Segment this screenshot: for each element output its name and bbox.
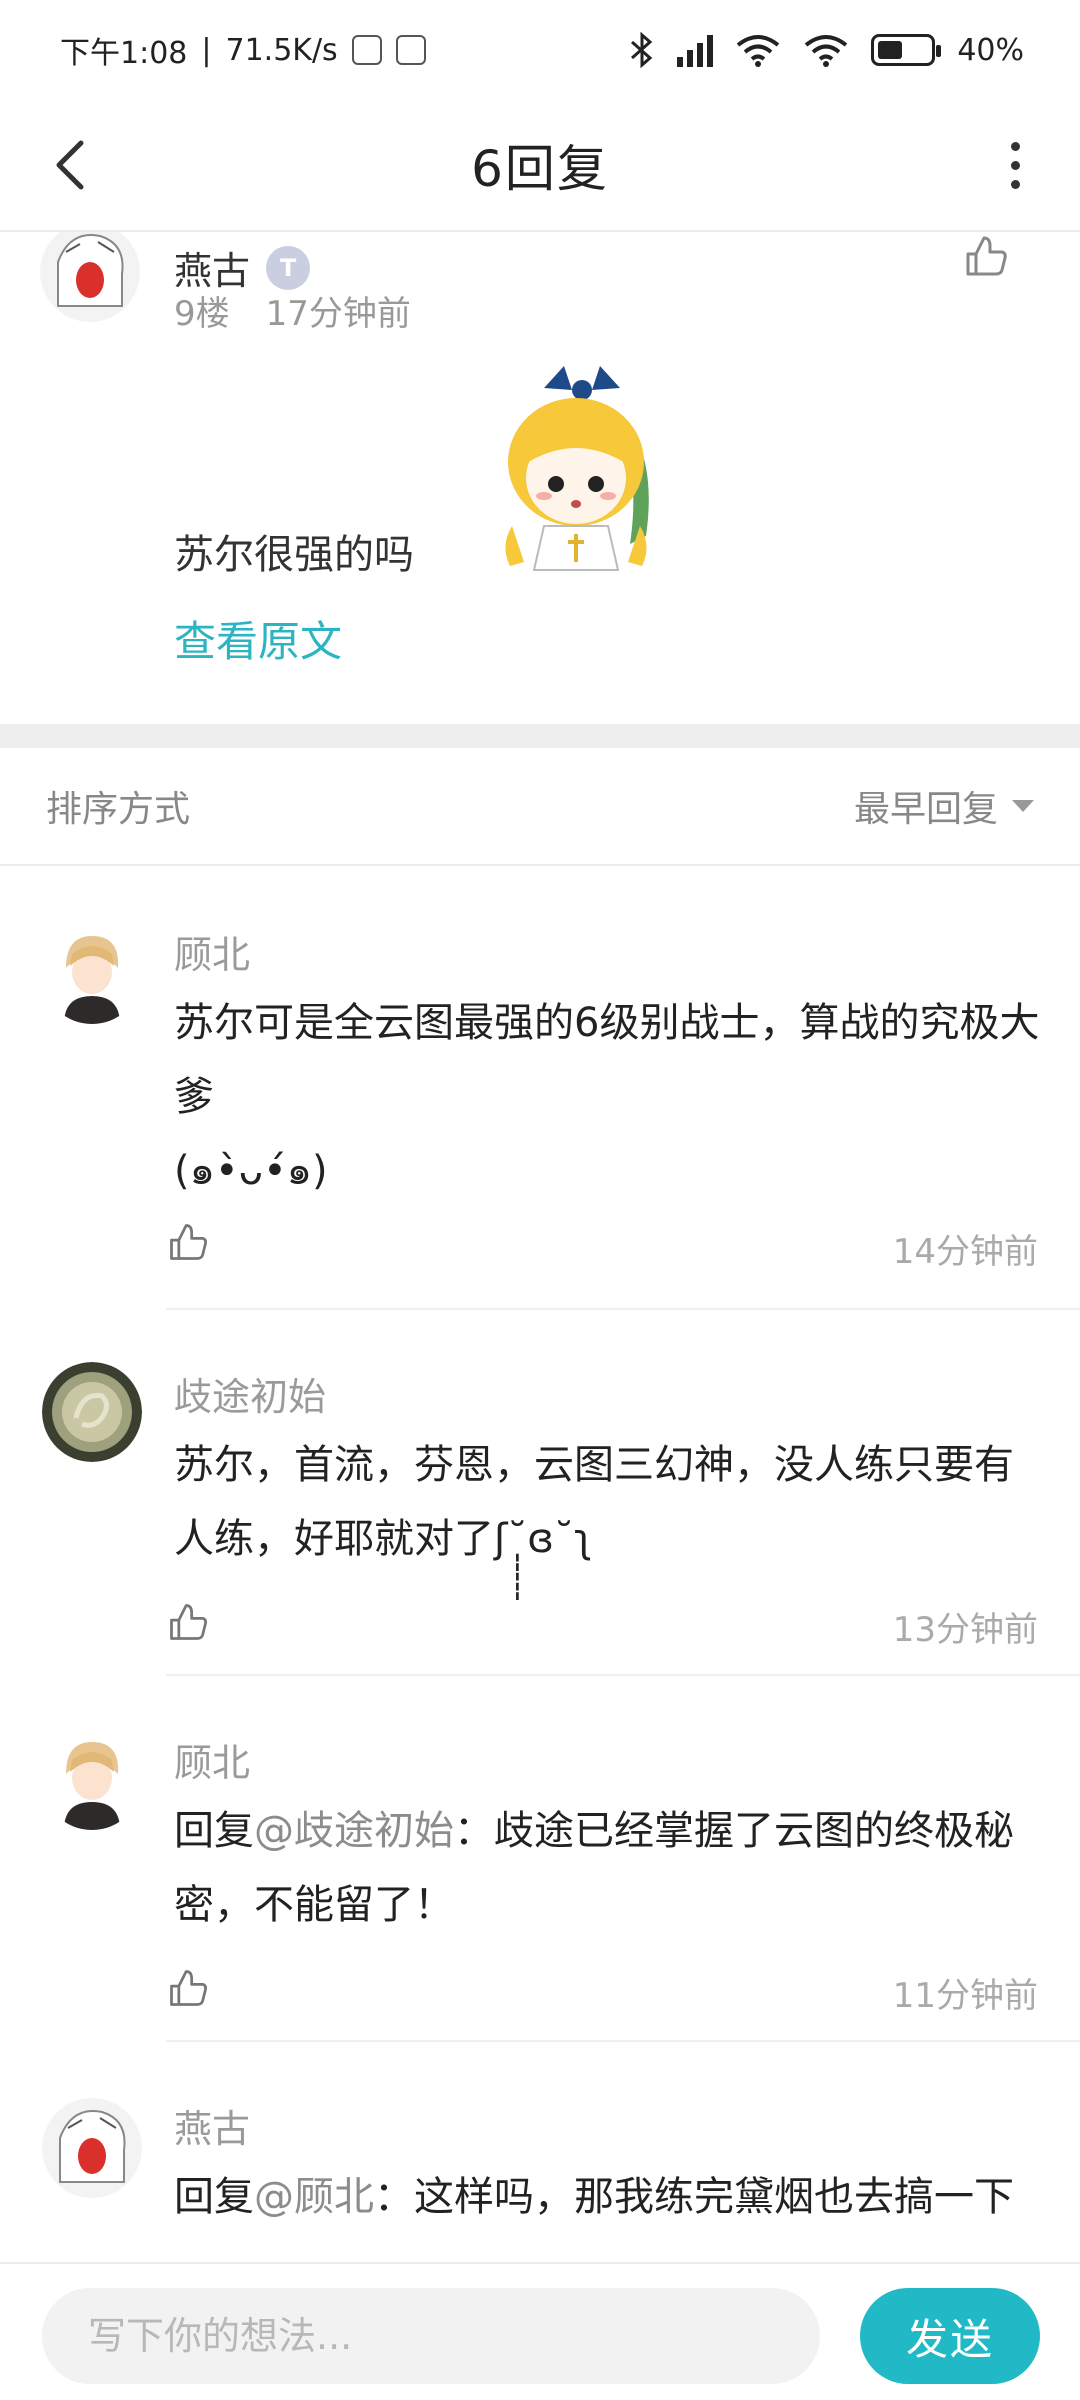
notification-icon xyxy=(351,35,382,65)
reply-content: 回复@顾北：这样吗，那我练完黛烟也去搞一下 xyxy=(174,2160,1046,2234)
page-title: 6回复 xyxy=(471,140,609,198)
send-button[interactable]: 发送 xyxy=(860,2288,1040,2384)
avatar-image xyxy=(42,1730,142,1830)
status-left: 下午1:08 | 71.5K/s xyxy=(60,28,426,72)
more-dot xyxy=(1010,160,1020,170)
reply-author-name[interactable]: 顾北 xyxy=(174,1732,250,1787)
thumbs-up-icon[interactable] xyxy=(166,1600,210,1644)
wifi-secondary-icon xyxy=(805,35,848,67)
mention-link[interactable]: @歧途初始 xyxy=(254,1808,454,1854)
cellular-signal-icon xyxy=(677,33,714,67)
post-time: 17分钟前 xyxy=(265,294,411,334)
reply-prefix: 回复 xyxy=(174,2174,254,2220)
reply-text: ：这样吗，那我练完黛烟也去搞一下 xyxy=(374,2174,1014,2220)
sort-dropdown[interactable]: 最早回复 xyxy=(854,780,1034,832)
reply-avatar[interactable] xyxy=(42,1362,142,1462)
reply-prefix: 回复 xyxy=(174,1808,254,1854)
app-notification-icon xyxy=(395,35,426,65)
post-author-avatar[interactable] xyxy=(40,232,140,322)
battery-icon xyxy=(871,34,942,66)
user-level-badge: T xyxy=(266,245,311,290)
more-options-button[interactable] xyxy=(980,130,1050,200)
reply-item: 歧途初始 苏尔，首流，芬恩，云图三幻神，没人练只要有人练，好耶就对了ʃ˘̩̩̩̩… xyxy=(0,1310,1080,1676)
caret-down-icon xyxy=(1012,800,1034,812)
section-divider xyxy=(0,724,1080,748)
wifi-icon xyxy=(737,35,780,67)
avatar-image xyxy=(42,1362,142,1462)
reply-item: 顾北 苏尔可是全云图最强的6级别战士，算战的究极大爹 (๑•̀ᴗ•́๑) 14分… xyxy=(0,868,1080,1312)
reply-author-name[interactable]: 顾北 xyxy=(174,924,250,979)
mention-link[interactable]: @顾北 xyxy=(254,2174,374,2220)
reply-time: 14分钟前 xyxy=(892,1232,1038,1272)
status-bar: 下午1:08 | 71.5K/s 40% xyxy=(0,0,1080,100)
reply-time: 11分钟前 xyxy=(892,1976,1038,2016)
anime-girl-sticker xyxy=(505,366,649,571)
more-dot xyxy=(1010,179,1020,189)
chevron-left-icon xyxy=(56,140,84,190)
post-meta: 9楼 17分钟前 xyxy=(174,286,411,335)
reply-avatar[interactable] xyxy=(42,2098,142,2198)
comment-composer: 发送 xyxy=(0,2262,1080,2400)
more-dot xyxy=(1010,141,1020,151)
status-time: 下午1:08 xyxy=(60,36,188,71)
battery-percent: 40% xyxy=(957,32,1024,68)
reply-item: 顾北 回复@歧途初始：歧途已经掌握了云图的终极秘密，不能留了！ 11分钟前 xyxy=(0,1676,1080,2042)
top-app-bar: 6回复 xyxy=(0,100,1080,232)
comment-input[interactable] xyxy=(42,2288,820,2384)
sort-selected-value: 最早回复 xyxy=(853,789,998,830)
reply-avatar[interactable] xyxy=(42,924,142,1024)
sort-bar: 排序方式 最早回复 xyxy=(0,748,1080,866)
thumbs-up-icon[interactable] xyxy=(166,1966,210,2010)
bluetooth-icon xyxy=(631,32,653,68)
sort-label: 排序方式 xyxy=(46,789,191,830)
thumbs-up-icon[interactable] xyxy=(166,1220,210,1264)
back-button[interactable] xyxy=(36,130,106,200)
reply-content: 苏尔可是全云图最强的6级别战士，算战的究极大爹 (๑•̀ᴗ•́๑) xyxy=(174,1000,1040,1194)
reply-content: 回复@歧途初始：歧途已经掌握了云图的终极秘密，不能留了！ xyxy=(174,1794,1046,1942)
thumbs-up-icon[interactable] xyxy=(962,232,1010,280)
reply-content: 苏尔，首流，芬恩，云图三幻神，没人练只要有人练，好耶就对了ʃ˘̩̩̩̩̩ɞ˘ʅ xyxy=(174,1442,1014,1562)
avatar-image xyxy=(42,2098,142,2198)
status-right: 40% xyxy=(629,32,1024,68)
avatar-image xyxy=(40,232,140,322)
view-original-link[interactable]: 查看原文 xyxy=(174,608,342,669)
reply-author-name[interactable]: 歧途初始 xyxy=(174,1366,326,1421)
network-speed: 71.5K/s xyxy=(225,32,338,68)
status-separator: | xyxy=(201,32,212,68)
reply-time: 13分钟前 xyxy=(892,1610,1038,1650)
reply-avatar[interactable] xyxy=(42,1730,142,1830)
post-floor: 9楼 xyxy=(174,294,230,334)
post-content: 苏尔很强的吗 xyxy=(174,532,414,578)
reply-item: 燕古 回复@顾北：这样吗，那我练完黛烟也去搞一下 xyxy=(0,2042,1080,2262)
avatar-image xyxy=(42,924,142,1024)
original-post: 燕古 T 9楼 17分钟前 苏尔很强的吗 查看原文 xyxy=(0,232,1080,724)
reply-author-name[interactable]: 燕古 xyxy=(174,2098,250,2153)
